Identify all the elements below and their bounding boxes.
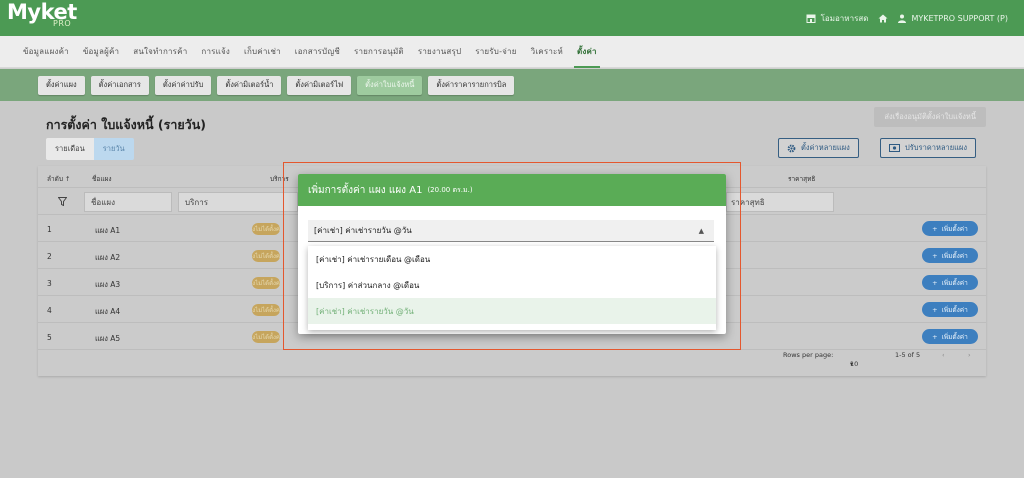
plus-icon: + [932, 305, 938, 314]
add-setting-button[interactable]: + เพิ่มตั้งค่า [922, 275, 978, 290]
dialog-title: เพิ่มการตั้งค่า แผง แผง A1 [308, 184, 423, 196]
row-order: 1 [47, 225, 52, 234]
logo-subtext: PRO [53, 19, 72, 28]
sub-tab-stall-settings[interactable]: ตั้งค่าแผง [38, 75, 85, 95]
nav-item-interested[interactable]: สนใจทำการค้า [126, 36, 194, 68]
nav-item-approvals[interactable]: รายการอนุมัติ [347, 36, 411, 68]
service-select[interactable]: [ค่าเช่า] ค่าเช่ารายวัน @วัน ▲ [308, 220, 714, 242]
page-range: 1-5 of 5 [895, 351, 921, 359]
nav-item-income-expense[interactable]: รายรับ-จ่าย [468, 36, 523, 68]
col-order-header[interactable]: ลำดับ ↑ [47, 174, 71, 184]
row-stall-name: แผง A1 [95, 226, 121, 235]
settings-sub-nav: ตั้งค่าแผง ตั้งค่าเอกสาร ตั้งค่าค่าปรับ … [0, 69, 1024, 101]
add-setting-button[interactable]: + เพิ่มตั้งค่า [922, 221, 978, 236]
service-options-menu: [ค่าเช่า] ค่าเช่ารายเดือน @เดือน [บริการ… [308, 246, 716, 330]
dialog-header: เพิ่มการตั้งค่า แผง แผง A1 (20.00 ตร.ม.) [298, 174, 726, 206]
sub-tab-electric-meter[interactable]: ตั้งค่ามิเตอร์ไฟ [287, 75, 352, 95]
gear-icon [787, 144, 796, 152]
page-title: การตั้งค่า ใบแจ้งหนี้ (รายวัน) [46, 117, 206, 132]
plus-icon: + [932, 278, 938, 287]
sub-tab-water-meter[interactable]: ตั้งค่ามิเตอร์น้ำ [217, 75, 282, 95]
filter-icon[interactable] [58, 197, 67, 206]
app-bar-actions: โอมอาหารสด MYKETPRO SUPPORT (P) [806, 0, 1008, 36]
cash-icon [889, 144, 900, 152]
nav-item-stall-info[interactable]: ข้อมูลแผงค้า [16, 36, 76, 68]
add-setting-label: เพิ่มตั้งค่า [941, 278, 968, 287]
period-toggle: รายเดือน รายวัน [46, 138, 134, 160]
tab-monthly[interactable]: รายเดือน [46, 138, 94, 160]
status-badge: ยังไม่ได้ตั้งค่า [252, 250, 280, 262]
sub-tab-document-settings[interactable]: ตั้งค่าเอกสาร [90, 75, 149, 95]
option-daily-rent[interactable]: [ค่าเช่า] ค่าเช่ารายวัน @วัน [308, 298, 716, 324]
status-badge: ยังไม่ได้ตั้งค่า [252, 304, 280, 316]
nav-item-merchant-info[interactable]: ข้อมูลผู้ค้า [76, 36, 126, 68]
status-badge: ยังไม่ได้ตั้งค่า [252, 223, 280, 235]
plus-icon: + [932, 224, 938, 233]
caret-down-icon: ▾ [850, 360, 854, 368]
col-name-header[interactable]: ชื่อแผง [92, 174, 112, 184]
add-setting-label: เพิ่มตั้งค่า [941, 224, 968, 233]
option-monthly-rent[interactable]: [ค่าเช่า] ค่าเช่ารายเดือน @เดือน [308, 246, 716, 272]
user-label: MYKETPRO SUPPORT (P) [911, 13, 1008, 23]
next-page-icon[interactable]: › [968, 351, 971, 359]
user-icon [898, 14, 907, 23]
row-stall-name: แผง A3 [95, 280, 121, 289]
home-icon[interactable] [878, 14, 888, 23]
row-order: 5 [47, 333, 52, 342]
multi-stall-price-button[interactable]: ปรับราคาหลายแผง [880, 138, 977, 158]
sub-tab-fine-settings[interactable]: ตั้งค่าค่าปรับ [154, 75, 212, 95]
prev-page-icon[interactable]: ‹ [942, 351, 945, 359]
add-setting-label: เพิ่มตั้งค่า [941, 332, 968, 341]
stall-name-filter[interactable]: ชื่อแผง [84, 192, 172, 212]
tab-daily[interactable]: รายวัน [93, 138, 134, 160]
add-setting-label: เพิ่มตั้งค่า [941, 251, 968, 260]
nav-item-summary-report[interactable]: รายงานสรุป [411, 36, 468, 68]
myket-logo[interactable]: Myket PRO [7, 1, 77, 35]
col-price-header[interactable]: ราคาสุทธิ [788, 174, 815, 184]
row-order: 4 [47, 306, 52, 315]
multi-stall-price-label: ปรับราคาหลายแผง [905, 143, 968, 152]
dialog-area: (20.00 ตร.ม.) [427, 185, 473, 194]
nav-item-collect-rent[interactable]: เก็บค่าเช่า [237, 36, 288, 68]
store-icon [806, 14, 816, 23]
caret-up-icon: ▲ [698, 227, 704, 235]
status-badge: ยังไม่ได้ตั้งค่า [252, 277, 280, 289]
add-setting-label: เพิ่มตั้งค่า [941, 305, 968, 314]
plus-icon: + [932, 332, 938, 341]
price-filter[interactable]: ราคาสุทธิ [726, 192, 834, 212]
sub-tab-bill-price[interactable]: ตั้งค่าราคารายการบิล [428, 75, 515, 95]
user-menu[interactable]: MYKETPRO SUPPORT (P) [898, 14, 1008, 23]
multi-stall-setting-button[interactable]: ตั้งค่าหลายแผง [778, 138, 859, 158]
nav-item-notify[interactable]: การแจ้ง [194, 36, 237, 68]
service-select-value: [ค่าเช่า] ค่าเช่ารายวัน @วัน [314, 226, 412, 235]
add-setting-button[interactable]: + เพิ่มตั้งค่า [922, 302, 978, 317]
nav-item-analytics[interactable]: วิเคราะห์ [524, 36, 570, 68]
option-common-fee[interactable]: [บริการ] ค่าส่วนกลาง @เดือน [308, 272, 716, 298]
add-setting-button[interactable]: + เพิ่มตั้งค่า [922, 248, 978, 263]
store-selector[interactable]: โอมอาหารสด [806, 12, 869, 25]
submit-approval-button[interactable]: ส่งเรื่องอนุมัติตั้งค่าใบแจ้งหนี้ [874, 107, 986, 127]
row-stall-name: แผง A2 [95, 253, 121, 262]
row-order: 3 [47, 279, 52, 288]
nav-item-accounting-docs[interactable]: เอกสารบัญชี [288, 36, 347, 68]
rows-per-page-label: Rows per page: [783, 351, 834, 359]
row-stall-name: แผง A4 [95, 307, 121, 316]
plus-icon: + [932, 251, 938, 260]
app-bar: Myket PRO โอมอาหารสด MYKETPRO SUPPORT (P… [0, 0, 1024, 36]
row-order: 2 [47, 252, 52, 261]
store-label: โอมอาหารสด [820, 13, 869, 23]
main-nav: ข้อมูลแผงค้า ข้อมูลผู้ค้า สนใจทำการค้า ก… [0, 36, 1024, 68]
multi-stall-setting-label: ตั้งค่าหลายแผง [801, 143, 850, 152]
service-filter[interactable]: บริการ [178, 192, 298, 212]
sub-tab-invoice-settings[interactable]: ตั้งค่าใบแจ้งหนี้ [357, 75, 423, 95]
nav-item-settings[interactable]: ตั้งค่า [570, 36, 604, 68]
